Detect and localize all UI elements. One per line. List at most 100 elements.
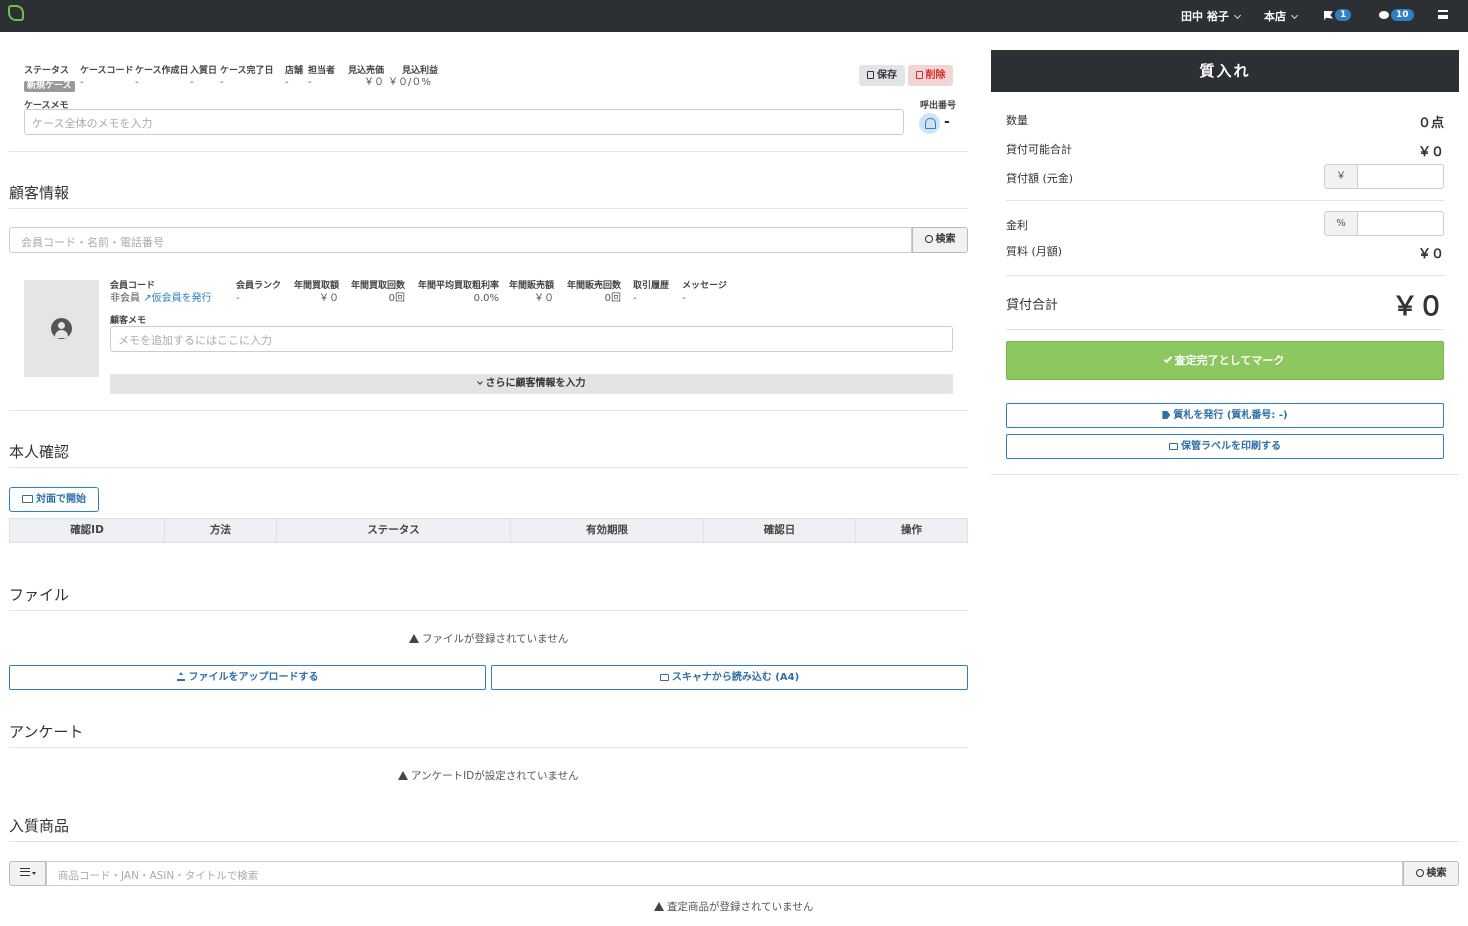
history-label: 取引履歴: [633, 281, 670, 291]
divider: [9, 467, 968, 468]
id-card-icon: [22, 495, 33, 503]
user-circle-icon: [51, 318, 72, 339]
pawn-date-label: 入質日: [190, 66, 218, 76]
files-section-title: ファイル: [9, 586, 70, 604]
warning-icon: [398, 771, 408, 780]
issue-temp-member-label: 仮会員を発行: [151, 293, 212, 304]
customer-memo-input[interactable]: メモを追加するにはここに入力: [110, 326, 953, 352]
item-search-button[interactable]: 検索: [1403, 861, 1459, 886]
expected-profit-label: 見込利益: [402, 66, 439, 76]
annual-purchase-count-label: 年間買取回数: [351, 281, 406, 291]
yen-addon: ￥: [1324, 164, 1358, 189]
annual-sales-value: ￥０: [534, 293, 555, 304]
print-storage-label-label: 保管ラベルを印刷する: [1181, 441, 1281, 452]
items-empty-notice: 査定商品が登録されていません: [654, 899, 813, 914]
upload-file-button[interactable]: ファイルをアップロードする: [9, 665, 486, 690]
message-value[interactable]: -: [682, 292, 727, 305]
divider: [9, 841, 1459, 842]
loan-amount-input[interactable]: [1357, 164, 1444, 189]
delete-button-label: 削除: [925, 70, 946, 81]
print-storage-label-button[interactable]: 保管ラベルを印刷する: [1006, 434, 1444, 459]
issue-temp-member-link[interactable]: ↗仮会員を発行: [143, 293, 211, 304]
pawn-date-value: -: [190, 77, 194, 88]
sliders-icon: [19, 868, 30, 876]
annual-purchase-label: 年間買取額: [294, 281, 340, 291]
case-memo-input[interactable]: ケース全体のメモを入力: [24, 109, 904, 135]
survey-empty-text: アンケートIDが設定されていません: [411, 770, 579, 782]
monthly-fee-label: 質料 (月額): [1006, 245, 1063, 258]
start-in-person-button[interactable]: 対面で開始: [9, 487, 99, 512]
column-header: 方法: [165, 519, 277, 542]
annual-sales-count-label: 年間販売回数: [567, 281, 622, 291]
annual-purchase-count-value: 0回: [388, 293, 406, 304]
mark-complete-button[interactable]: 査定完了としてマーク: [1006, 341, 1444, 380]
scan-document-label: スキャナから読み込む (A4): [671, 672, 800, 683]
search-icon: [924, 235, 933, 243]
tag-icon: [1162, 411, 1171, 419]
customer-search-input[interactable]: 会員コード・名前・電話番号: [9, 227, 912, 253]
hamburger-menu-icon[interactable]: [1438, 10, 1448, 19]
issue-pawn-ticket-label: 質札を発行 (質札番号: -): [1173, 410, 1288, 421]
column-header: ステータス: [277, 519, 511, 542]
interest-rate-label: 金利: [1006, 219, 1028, 232]
monthly-fee-value: ￥０: [1417, 247, 1444, 262]
files-empty-notice: ファイルが登録されていません: [409, 631, 568, 646]
warning-icon: [409, 634, 419, 643]
issue-pawn-ticket-button[interactable]: 質札を発行 (質札番号: -): [1006, 403, 1444, 428]
store-label: 店舗: [285, 66, 304, 76]
bell-icon[interactable]: [919, 113, 940, 134]
divider: [9, 610, 968, 611]
start-in-person-label: 対面で開始: [36, 494, 86, 505]
interest-rate-input[interactable]: [1357, 211, 1444, 236]
store-value: -: [285, 77, 289, 88]
message-notifications[interactable]: 10: [1379, 8, 1414, 22]
save-icon: [867, 71, 874, 79]
created-date-label: ケース作成日: [135, 66, 189, 76]
expected-profit-value: ￥０/０%: [388, 77, 431, 88]
app-logo-icon[interactable]: [8, 5, 24, 21]
divider: [9, 208, 968, 209]
user-menu[interactable]: 田中 裕子: [1181, 8, 1241, 24]
chevron-down-icon: [1290, 11, 1299, 20]
item-filter-button[interactable]: [9, 861, 46, 886]
staff-label: 担当者: [308, 66, 336, 76]
items-empty-text: 査定商品が登録されていません: [667, 901, 814, 913]
member-code-value: 非会員: [110, 293, 140, 304]
customer-search-button[interactable]: 検索: [912, 227, 968, 253]
history-value[interactable]: -: [633, 292, 669, 305]
identity-section-title: 本人確認: [9, 443, 70, 461]
quantity-label: 数量: [1006, 114, 1028, 127]
mark-complete-label: 査定完了としてマーク: [1174, 354, 1285, 367]
avg-margin-value: 0.0%: [473, 293, 500, 304]
flag-notifications[interactable]: 1: [1324, 8, 1352, 22]
customer-section-title: 顧客情報: [9, 184, 70, 202]
flag-count-badge: 1: [1335, 9, 1352, 21]
staff-value: -: [308, 77, 312, 88]
items-section-title: 入質商品: [9, 817, 70, 835]
store-menu[interactable]: 本店: [1264, 8, 1299, 24]
member-rank-value: -: [236, 293, 240, 304]
save-button[interactable]: 保存: [859, 65, 905, 86]
more-customer-info-label: さらに顧客情報を入力: [485, 378, 586, 389]
completed-date-value: -: [220, 77, 224, 88]
annual-purchase-value: ￥０: [319, 293, 340, 304]
customer-avatar: [24, 280, 99, 377]
item-search-input[interactable]: 商品コード・JAN・ASIN・タイトルで検索: [46, 861, 1403, 886]
scan-document-button[interactable]: スキャナから読み込む (A4): [491, 665, 968, 690]
member-rank-label: 会員ランク: [236, 281, 282, 291]
loan-total-value: ￥０: [1391, 292, 1444, 322]
divider: [9, 747, 968, 748]
divider: [9, 410, 968, 411]
annual-sales-count-value: 0回: [604, 293, 622, 304]
created-date-value: -: [135, 77, 139, 88]
delete-button[interactable]: 削除: [908, 65, 953, 86]
divider: [1006, 329, 1444, 330]
loan-total-label: 貸付合計: [1006, 298, 1059, 313]
annual-sales-label: 年間販売額: [509, 281, 555, 291]
user-name: 田中 裕子: [1181, 10, 1229, 23]
identity-table-header: 確認ID 方法 ステータス 有効期限 確認日 操作: [9, 518, 968, 543]
more-customer-info-button[interactable]: さらに顧客情報を入力: [110, 374, 953, 394]
print-icon: [1169, 443, 1178, 450]
chevron-down-icon: [476, 379, 483, 385]
files-empty-text: ファイルが登録されていません: [422, 633, 569, 645]
